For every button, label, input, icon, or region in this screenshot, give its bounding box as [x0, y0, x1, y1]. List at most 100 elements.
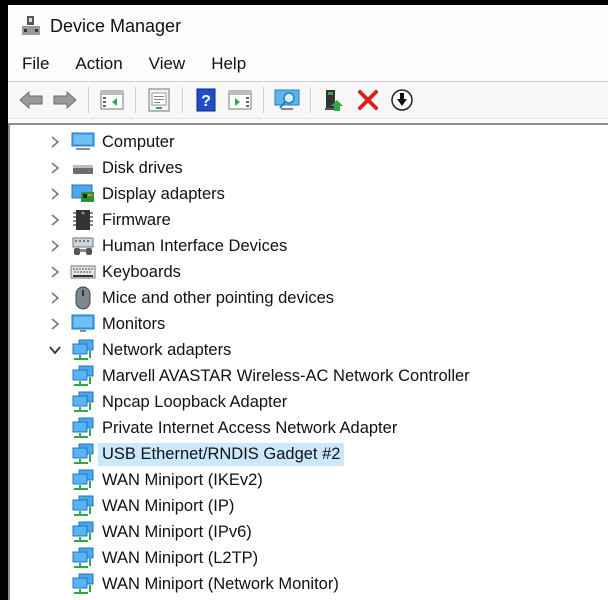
tree-category-row[interactable]: Human Interface Devices — [10, 233, 608, 259]
menu-file[interactable]: File — [22, 54, 49, 74]
network-adapter-label: Npcap Loopback Adapter — [102, 392, 288, 411]
chevron-down-icon — [49, 346, 61, 355]
tree-category-row[interactable]: Disk drives — [10, 155, 608, 181]
window-title: Device Manager — [50, 15, 182, 36]
expand-toggle[interactable] — [44, 265, 66, 279]
expand-toggle[interactable] — [44, 161, 66, 175]
network-adapter-label: Private Internet Access Network Adapter — [102, 418, 398, 437]
network-adapter-icon — [70, 339, 96, 361]
console-tree-icon — [100, 90, 124, 110]
tree-category-label: Network adapters — [102, 340, 232, 359]
tree-category-row[interactable]: Network adapters — [10, 337, 608, 363]
chevron-right-icon — [51, 240, 60, 252]
network-adapter-item[interactable]: WAN Miniport (L2TP) — [10, 545, 608, 571]
show-action-pane-button[interactable] — [226, 86, 254, 114]
tree-category-label: Display adapters — [102, 184, 225, 203]
network-adapter-icon — [70, 443, 96, 465]
tree-category-row[interactable]: Display adapters — [10, 181, 608, 207]
network-adapter-item[interactable]: Npcap Loopback Adapter — [10, 389, 608, 415]
chevron-right-icon — [51, 318, 60, 330]
network-adapter-label: WAN Miniport (IKEv2) — [102, 470, 263, 489]
network-adapter-item[interactable]: WAN Miniport (IPv6) — [10, 519, 608, 545]
properties-button[interactable] — [145, 86, 173, 114]
menu-action[interactable]: Action — [75, 54, 122, 74]
device-tree: Computer Disk drives Display adapters Firmw… — [10, 129, 608, 597]
tree-category-label: Firmware — [102, 210, 171, 229]
monitor-icon — [70, 313, 96, 335]
tree-category-label: Mice and other pointing devices — [102, 288, 335, 307]
disable-button[interactable] — [388, 86, 416, 114]
chevron-right-icon — [51, 162, 60, 174]
toolbar-separator — [310, 87, 311, 113]
network-adapter-icon — [70, 573, 96, 595]
toolbar: ? — [8, 82, 608, 119]
tree-category-row[interactable]: Firmware — [10, 207, 608, 233]
update-driver-icon — [325, 90, 343, 111]
show-hide-console-tree-button[interactable] — [98, 86, 126, 114]
network-adapter-item[interactable]: Marvell AVASTAR Wireless-AC Network Cont… — [10, 363, 608, 389]
arrow-left-icon — [19, 90, 43, 110]
expand-toggle[interactable] — [44, 187, 66, 201]
chevron-right-icon — [51, 188, 60, 200]
network-adapter-label: WAN Miniport (IP) — [102, 496, 235, 515]
back-button[interactable] — [17, 86, 45, 114]
network-adapter-icon — [70, 469, 96, 491]
network-adapter-label: WAN Miniport (Network Monitor) — [102, 574, 339, 593]
tree-category-label: Disk drives — [102, 158, 183, 177]
tree-category-label: Human Interface Devices — [102, 236, 288, 255]
expand-toggle[interactable] — [44, 317, 66, 331]
tree-category-label: Keyboards — [102, 262, 181, 281]
chevron-right-icon — [51, 292, 60, 304]
network-adapter-icon — [70, 495, 96, 517]
scan-monitor-icon — [274, 89, 300, 110]
network-adapter-icon — [70, 391, 96, 413]
network-adapter-label: WAN Miniport (L2TP) — [102, 548, 259, 567]
expand-toggle[interactable] — [44, 213, 66, 227]
network-adapter-icon — [70, 521, 96, 543]
update-driver-button[interactable] — [320, 86, 348, 114]
svg-text:?: ? — [201, 93, 211, 110]
network-adapter-item[interactable]: Private Internet Access Network Adapter — [10, 415, 608, 441]
tree-category-row[interactable]: Computer — [10, 129, 608, 155]
tree-category-label: Computer — [102, 132, 175, 151]
toolbar-separator — [263, 87, 264, 113]
display-adapter-icon — [70, 183, 96, 205]
menu-help[interactable]: Help — [211, 54, 246, 74]
title-bar: Device Manager — [8, 5, 608, 47]
expand-toggle[interactable] — [44, 135, 66, 149]
firmware-chip-icon — [70, 209, 96, 231]
forward-button[interactable] — [51, 86, 79, 114]
properties-icon — [148, 88, 170, 112]
chevron-right-icon — [51, 266, 60, 278]
network-adapter-item[interactable]: WAN Miniport (Network Monitor) — [10, 571, 608, 597]
menu-view[interactable]: View — [149, 54, 186, 74]
tree-category-row[interactable]: Monitors — [10, 311, 608, 337]
red-x-icon — [358, 90, 378, 110]
network-adapter-label: WAN Miniport (IPv6) — [102, 522, 252, 541]
device-manager-icon — [20, 15, 42, 37]
expand-toggle[interactable] — [44, 291, 66, 305]
toolbar-separator — [182, 87, 183, 113]
keyboard-icon — [70, 261, 96, 283]
tree-category-row[interactable]: Mice and other pointing devices — [10, 285, 608, 311]
uninstall-button[interactable] — [354, 86, 382, 114]
disk-drive-icon — [70, 157, 96, 179]
action-pane-icon — [228, 90, 252, 110]
network-adapter-icon — [70, 365, 96, 387]
device-manager-window: Device Manager File Action View Help ? C… — [8, 5, 608, 600]
toolbar-separator — [88, 87, 89, 113]
menu-bar: File Action View Help — [8, 47, 608, 82]
mouse-icon — [70, 286, 96, 310]
collapse-toggle[interactable] — [44, 345, 66, 355]
device-tree-panel: Computer Disk drives Display adapters Firmw… — [8, 123, 608, 600]
network-adapter-item[interactable]: WAN Miniport (IKEv2) — [10, 467, 608, 493]
expand-toggle[interactable] — [44, 239, 66, 253]
help-button[interactable]: ? — [192, 86, 220, 114]
chevron-right-icon — [51, 214, 60, 226]
tree-category-row[interactable]: Keyboards — [10, 259, 608, 285]
scan-hardware-button[interactable] — [273, 86, 301, 114]
toolbar-separator — [135, 87, 136, 113]
network-adapter-item[interactable]: USB Ethernet/RNDIS Gadget #2 — [10, 441, 608, 467]
network-adapter-item[interactable]: WAN Miniport (IP) — [10, 493, 608, 519]
network-adapter-label: Marvell AVASTAR Wireless-AC Network Cont… — [102, 366, 470, 385]
